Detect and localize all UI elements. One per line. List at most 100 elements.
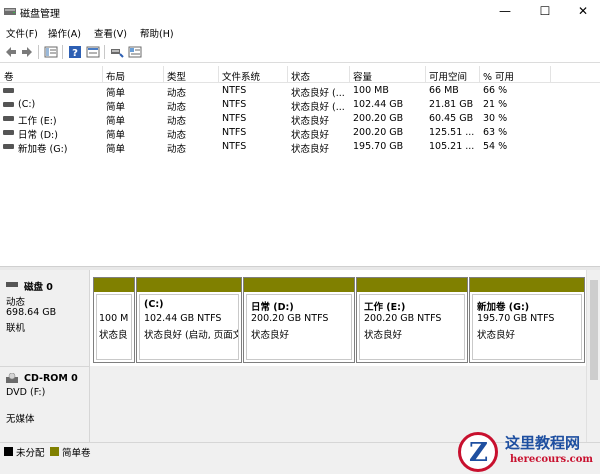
volume-capacity: 102.44 GB	[353, 99, 404, 110]
partition-body: 新加卷 (G:) 195.70 GB NTFS 状态良好	[472, 294, 582, 360]
legend-label-unallocated: 未分配	[16, 448, 45, 459]
hard-disk-icon	[6, 282, 18, 287]
column-divider[interactable]	[550, 66, 551, 83]
partition-name: (C:)	[144, 299, 164, 310]
volume-free-space: 105.21 ...	[429, 141, 475, 152]
partition-size: 195.70 GB NTFS	[477, 313, 555, 324]
volume-icon	[3, 88, 14, 93]
watermark-logo: Z	[458, 432, 498, 472]
volume-capacity: 100 MB	[353, 85, 389, 96]
options-icon[interactable]	[128, 45, 142, 59]
volume-percent-free: 21 %	[483, 99, 508, 110]
volume-filesystem: NTFS	[222, 141, 247, 152]
menu-view[interactable]: 查看(V)	[94, 26, 127, 40]
volume-row[interactable]: 简单 动态 NTFS 状态良好 (... 100 MB 66 MB 66 %	[0, 84, 560, 99]
partition-status: 状态良	[99, 330, 128, 341]
partition-name: 工作 (E:)	[364, 302, 406, 313]
partition-size: 102.44 GB NTFS	[144, 313, 222, 324]
partition-name: 新加卷 (G:)	[477, 302, 530, 313]
properties-icon[interactable]	[44, 45, 58, 59]
partition-c[interactable]: (C:) 102.44 GB NTFS 状态良好 (启动, 页面文	[136, 277, 242, 363]
column-header-free-space[interactable]: 可用空间	[429, 69, 467, 83]
disk-kind: 动态	[6, 297, 26, 308]
volume-list-header: 卷 布局 类型 文件系统 状态 容量 可用空间 % 可用	[0, 66, 600, 83]
watermark-title: 这里教程网	[505, 434, 581, 452]
volume-filesystem: NTFS	[222, 99, 247, 110]
volume-percent-free: 66 %	[483, 85, 508, 96]
partition-g[interactable]: 新加卷 (G:) 195.70 GB NTFS 状态良好	[469, 277, 585, 363]
partition-body: 100 M 状态良	[96, 294, 132, 360]
forward-arrow-icon[interactable]	[20, 45, 34, 59]
back-arrow-icon[interactable]	[4, 45, 18, 59]
partition-body: (C:) 102.44 GB NTFS 状态良好 (启动, 页面文	[139, 294, 239, 360]
volume-free-space: 60.45 GB	[429, 113, 474, 124]
volume-icon	[3, 116, 14, 121]
vertical-scrollbar[interactable]	[586, 270, 600, 442]
volume-row[interactable]: 新加卷 (G:) 简单 动态 NTFS 状态良好 195.70 GB 105.2…	[0, 140, 560, 155]
partition-d[interactable]: 日常 (D:) 200.20 GB NTFS 状态良好	[243, 277, 355, 363]
column-header-status[interactable]: 状态	[291, 69, 310, 83]
volume-type: 动态	[167, 102, 187, 113]
column-divider[interactable]	[425, 66, 426, 83]
volume-status: 状态良好 (...	[291, 102, 345, 113]
volume-row[interactable]: (C:) 简单 动态 NTFS 状态良好 (... 102.44 GB 21.8…	[0, 98, 560, 113]
cdrom-media-status: 无媒体	[6, 414, 35, 425]
volume-free-space: 66 MB	[429, 85, 459, 96]
minimize-button[interactable]: —	[488, 0, 522, 23]
title-bar: 磁盘管理 — ☐ ✕	[0, 0, 600, 23]
partition-size: 200.20 GB NTFS	[251, 313, 329, 324]
menu-help[interactable]: 帮助(H)	[140, 26, 174, 40]
volume-layout: 简单	[106, 130, 126, 141]
refresh-icon[interactable]	[86, 45, 100, 59]
cdrom-0-label[interactable]: CD-ROM 0 DVD (F:) 无媒体	[0, 366, 90, 442]
column-divider[interactable]	[349, 66, 350, 83]
toolbar-separator	[104, 45, 105, 59]
volume-filesystem: NTFS	[222, 127, 247, 138]
menu-file[interactable]: 文件(F)	[6, 26, 38, 40]
volume-percent-free: 54 %	[483, 141, 508, 152]
column-header-capacity[interactable]: 容量	[353, 69, 372, 83]
column-header-layout[interactable]: 布局	[106, 69, 125, 83]
partition-system-reserved[interactable]: 100 M 状态良	[93, 277, 135, 363]
window-title: 磁盘管理	[20, 9, 60, 20]
close-button[interactable]: ✕	[566, 0, 600, 23]
connect-icon[interactable]	[110, 45, 124, 59]
column-divider[interactable]	[163, 66, 164, 83]
volume-row[interactable]: 日常 (D:) 简单 动态 NTFS 状态良好 200.20 GB 125.51…	[0, 126, 560, 141]
volume-free-space: 21.81 GB	[429, 99, 474, 110]
column-divider[interactable]	[287, 66, 288, 83]
volume-filesystem: NTFS	[222, 85, 247, 96]
column-header-volume[interactable]: 卷	[4, 69, 14, 83]
volume-icon	[3, 144, 14, 149]
column-header-percent-free[interactable]: % 可用	[483, 69, 514, 83]
column-header-type[interactable]: 类型	[167, 69, 186, 83]
toolbar: ?	[0, 41, 600, 63]
toolbar-separator	[62, 45, 63, 59]
column-header-filesystem[interactable]: 文件系统	[222, 69, 260, 83]
maximize-button[interactable]: ☐	[528, 0, 562, 23]
partition-color-bar	[470, 278, 584, 292]
partition-name: 日常 (D:)	[251, 302, 294, 313]
volume-capacity: 200.20 GB	[353, 127, 404, 138]
column-divider[interactable]	[102, 66, 103, 83]
help-icon[interactable]: ?	[68, 45, 82, 59]
partition-color-bar	[94, 278, 134, 292]
partition-status: 状态良好 (启动, 页面文	[144, 330, 239, 341]
partition-e[interactable]: 工作 (E:) 200.20 GB NTFS 状态良好	[356, 277, 468, 363]
partition-color-bar	[137, 278, 241, 292]
menu-action[interactable]: 操作(A)	[48, 26, 81, 40]
column-divider[interactable]	[479, 66, 480, 83]
site-watermark: Z 这里教程网 herecours.com	[453, 430, 600, 474]
scrollbar-thumb[interactable]	[590, 280, 598, 380]
volume-icon	[3, 130, 14, 135]
column-divider[interactable]	[218, 66, 219, 83]
partition-status: 状态良好	[251, 330, 290, 341]
partition-body: 日常 (D:) 200.20 GB NTFS 状态良好	[246, 294, 352, 360]
disk-0-label[interactable]: 磁盘 0 动态 698.64 GB 联机	[0, 270, 90, 366]
volume-capacity: 200.20 GB	[353, 113, 404, 124]
volume-name: 新加卷 (G:)	[18, 144, 68, 155]
partition-status: 状态良好	[477, 330, 516, 341]
volume-row[interactable]: 工作 (E:) 简单 动态 NTFS 状态良好 200.20 GB 60.45 …	[0, 112, 560, 127]
volume-status: 状态良好	[291, 130, 330, 141]
cdrom-drive: DVD (F:)	[6, 387, 46, 398]
